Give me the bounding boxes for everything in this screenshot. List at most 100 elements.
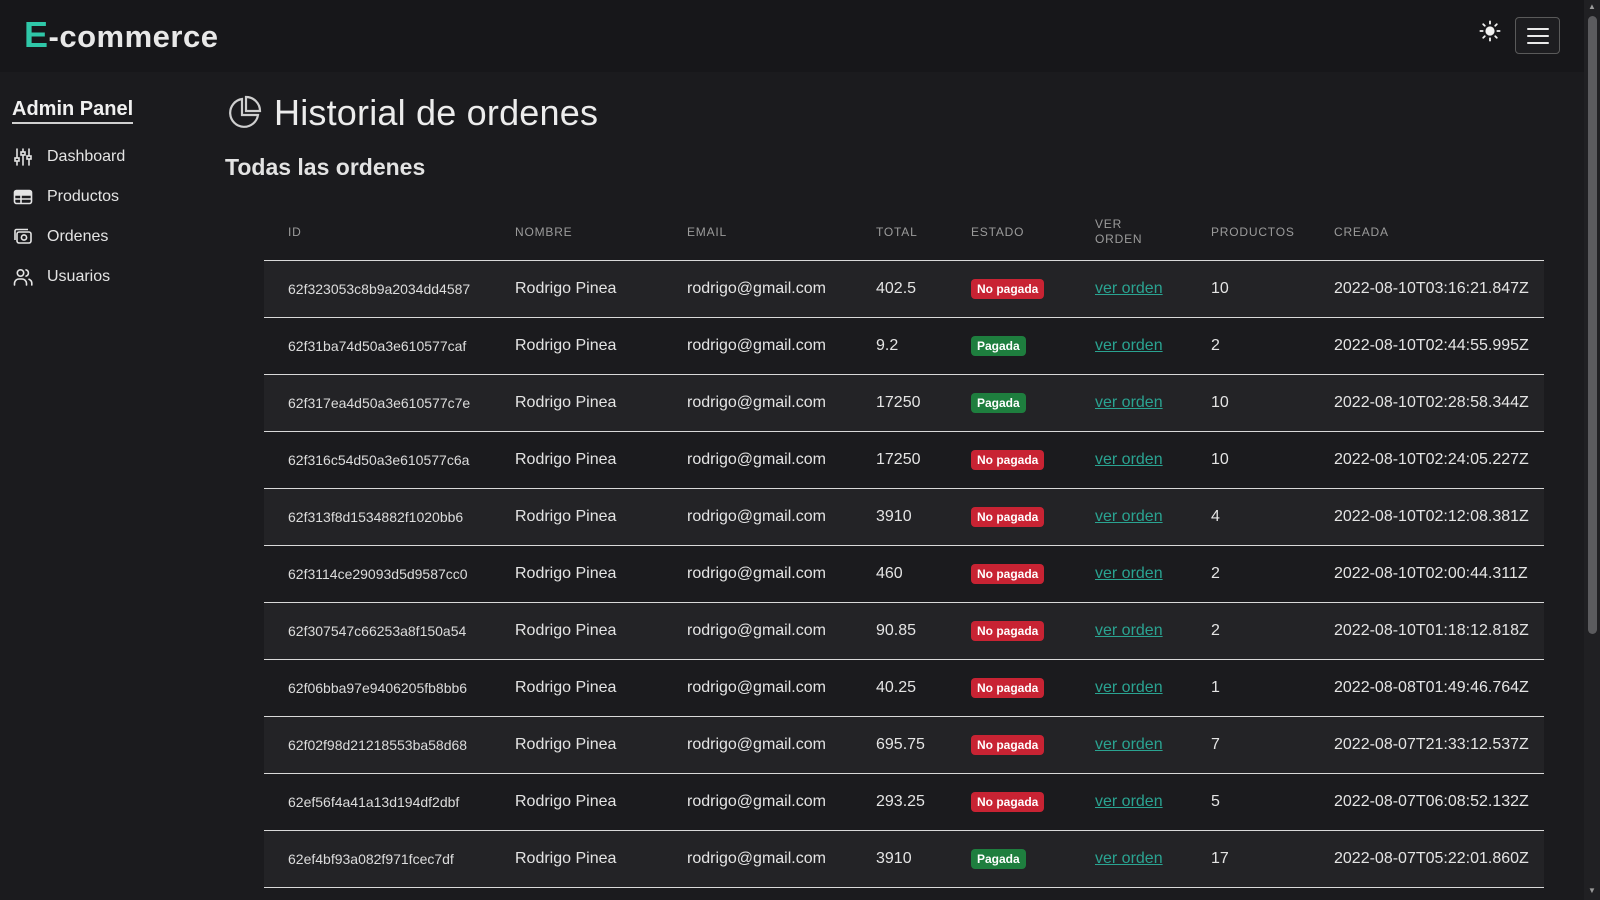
products-count-cell: 2: [1187, 317, 1310, 375]
view-order-link[interactable]: ver orden: [1095, 679, 1163, 696]
order-id-cell: 62f316c54d50a3e610577c6a: [264, 431, 491, 489]
order-id-cell: 62f313f8d1534882f1020bb6: [264, 488, 491, 546]
section-title: Todas las ordenes: [225, 154, 426, 180]
status-badge: No pagada: [971, 677, 1045, 698]
view-order-link[interactable]: ver orden: [1095, 622, 1163, 639]
status-badge: No pagada: [971, 506, 1045, 527]
created-date-cell: 2022-08-10T02:00:44.311Z: [1310, 545, 1544, 603]
created-date-cell: 2022-08-10T01:18:12.818Z: [1310, 602, 1544, 660]
view-order-link[interactable]: ver orden: [1095, 565, 1163, 582]
menu-toggle-button[interactable]: [1515, 17, 1560, 54]
table-row[interactable]: 62f316c54d50a3e610577c6a Rodrigo Pinea rod…: [264, 431, 1544, 489]
view-order-link[interactable]: ver orden: [1095, 736, 1163, 753]
total-cell: 3910: [852, 488, 947, 546]
order-id-cell: 62ef56f4a41a13d194df2dbf: [264, 773, 491, 831]
view-order-cell: ver orden: [1071, 431, 1187, 489]
total-cell: 17250: [852, 374, 947, 432]
customer-name-cell: Rodrigo Pinea: [491, 773, 663, 831]
column-header-ver-orden[interactable]: VER ORDEN: [1071, 205, 1187, 261]
customer-name-cell: Rodrigo Pinea: [491, 602, 663, 660]
column-header-creada[interactable]: CREADA: [1310, 205, 1544, 261]
page-title: Historial de ordenes: [274, 92, 599, 133]
orders-table-container: ID NOMBRE EMAIL TOTAL ESTADO VER ORDEN P…: [264, 205, 1544, 888]
pie-chart-icon: [229, 95, 262, 128]
view-order-link[interactable]: ver orden: [1095, 394, 1163, 411]
total-cell: 40.25: [852, 659, 947, 717]
view-order-link[interactable]: ver orden: [1095, 850, 1163, 867]
table-row[interactable]: 62f323053c8b9a2034dd4587 Rodrigo Pinea rod…: [264, 260, 1544, 318]
order-id-cell: 62ef4bf93a082f971fcec7df: [264, 830, 491, 888]
table-row[interactable]: 62f31ba74d50a3e610577caf Rodrigo Pinea rod…: [264, 317, 1544, 375]
table-row[interactable]: 62f06bba97e9406205fb8bb6 Rodrigo Pinea rod…: [264, 659, 1544, 717]
view-order-cell: ver orden: [1071, 659, 1187, 717]
column-header-estado[interactable]: ESTADO: [947, 205, 1071, 261]
customer-name-cell: Rodrigo Pinea: [491, 431, 663, 489]
status-badge: No pagada: [971, 563, 1045, 584]
table-row[interactable]: 62ef4bf93a082f971fcec7df Rodrigo Pinea rod…: [264, 830, 1544, 888]
customer-name-cell: Rodrigo Pinea: [491, 830, 663, 888]
view-order-link[interactable]: ver orden: [1095, 451, 1163, 468]
view-order-link[interactable]: ver orden: [1095, 280, 1163, 297]
view-order-link[interactable]: ver orden: [1095, 337, 1163, 354]
scroll-thumb[interactable]: [1588, 16, 1597, 634]
column-header-email[interactable]: EMAIL: [663, 205, 852, 261]
sidebar-item-productos[interactable]: Productos: [13, 184, 119, 210]
view-order-link[interactable]: ver orden: [1095, 508, 1163, 525]
products-count-cell: 10: [1187, 260, 1310, 318]
table-row[interactable]: 62f313f8d1534882f1020bb6 Rodrigo Pinea rod…: [264, 488, 1544, 546]
sidebar-item-ordenes[interactable]: Ordenes: [13, 224, 108, 250]
hamburger-menu-icon: [1526, 27, 1549, 44]
page-header: Historial de ordenes: [226, 92, 598, 134]
email-cell: rodrigo@gmail.com: [663, 716, 852, 774]
table-row[interactable]: 62f02f98d21218553ba58d68 Rodrigo Pinea rod…: [264, 716, 1544, 774]
sun-icon[interactable]: [1479, 20, 1501, 42]
status-badge: No pagada: [971, 791, 1045, 812]
column-header-productos[interactable]: PRODUCTOS: [1187, 205, 1310, 261]
order-id-cell: 62f323053c8b9a2034dd4587: [264, 260, 491, 318]
view-order-cell: ver orden: [1071, 602, 1187, 660]
created-date-cell: 2022-08-08T01:49:46.764Z: [1310, 659, 1544, 717]
sidebar-item-label: Productos: [47, 188, 120, 205]
sidebar-item-dashboard[interactable]: Dashboard: [13, 144, 125, 170]
sidebar-item-usuarios[interactable]: Usuarios: [13, 264, 110, 290]
total-cell: 293.25: [852, 773, 947, 831]
created-date-cell: 2022-08-10T03:16:21.847Z: [1310, 260, 1544, 318]
view-order-cell: ver orden: [1071, 716, 1187, 774]
created-date-cell: 2022-08-10T02:12:08.381Z: [1310, 488, 1544, 546]
view-order-cell: ver orden: [1071, 773, 1187, 831]
products-count-cell: 5: [1187, 773, 1310, 831]
sidebar-item-label: Ordenes: [47, 228, 109, 245]
products-count-cell: 10: [1187, 431, 1310, 489]
admin-panel-title[interactable]: Admin Panel: [12, 98, 134, 124]
status-cell: No pagada: [947, 716, 1071, 774]
status-badge: No pagada: [971, 734, 1045, 755]
logo-initial: E: [24, 14, 49, 55]
order-id-cell: 62f31ba74d50a3e610577caf: [264, 317, 491, 375]
page-scrollbar[interactable]: ▲ ▼: [1584, 0, 1600, 900]
created-date-cell: 2022-08-10T02:28:58.344Z: [1310, 374, 1544, 432]
total-cell: 460: [852, 545, 947, 603]
app-logo[interactable]: E-commerce: [24, 14, 218, 56]
created-date-cell: 2022-08-07T21:33:12.537Z: [1310, 716, 1544, 774]
total-cell: 17250: [852, 431, 947, 489]
products-count-cell: 4: [1187, 488, 1310, 546]
table-row[interactable]: 62f317ea4d50a3e610577c7e Rodrigo Pinea rod…: [264, 374, 1544, 432]
view-order-link[interactable]: ver orden: [1095, 793, 1163, 810]
table-header-row: ID NOMBRE EMAIL TOTAL ESTADO VER ORDEN P…: [264, 205, 1544, 261]
column-header-id[interactable]: ID: [264, 205, 491, 261]
view-order-cell: ver orden: [1071, 830, 1187, 888]
scroll-up-arrow[interactable]: ▲: [1587, 2, 1597, 11]
column-header-nombre[interactable]: NOMBRE: [491, 205, 663, 261]
orders-icon: [14, 228, 32, 244]
order-id-cell: 62f307547c66253a8f150a54: [264, 602, 491, 660]
products-count-cell: 2: [1187, 602, 1310, 660]
column-header-total[interactable]: TOTAL: [852, 205, 947, 261]
sliders-icon: [14, 148, 32, 166]
table-row[interactable]: 62f307547c66253a8f150a54 Rodrigo Pinea rod…: [264, 602, 1544, 660]
created-date-cell: 2022-08-10T02:24:05.227Z: [1310, 431, 1544, 489]
table-row[interactable]: 62f3114ce29093d5d9587cc0 Rodrigo Pinea rod…: [264, 545, 1544, 603]
scroll-down-arrow[interactable]: ▼: [1587, 886, 1597, 895]
status-cell: Pagada: [947, 830, 1071, 888]
table-row[interactable]: 62ef56f4a41a13d194df2dbf Rodrigo Pinea rod…: [264, 773, 1544, 831]
top-navbar: E-commerce: [0, 0, 1584, 72]
